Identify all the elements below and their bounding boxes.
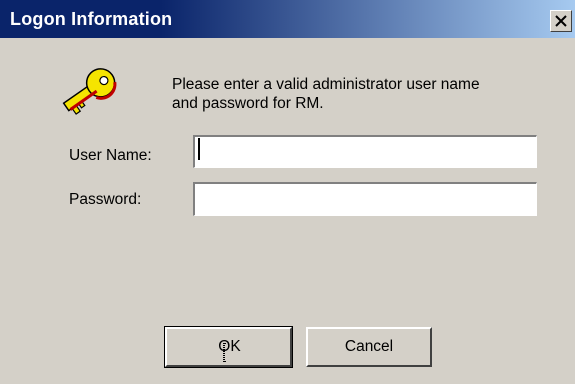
cancel-button[interactable]: Cancel [306, 327, 432, 367]
cancel-button-label: Cancel [344, 338, 394, 355]
close-icon [555, 15, 567, 27]
username-label: User Name: [69, 147, 152, 164]
username-input[interactable] [193, 135, 537, 168]
text-caret [198, 138, 200, 160]
instruction-message: Please enter a valid administrator user … [172, 76, 480, 112]
window-title: Logon Information [10, 9, 173, 29]
ok-button-label: OK [218, 338, 241, 355]
key-icon [62, 68, 117, 115]
logon-dialog: Logon Information Please enter a valid a… [0, 0, 575, 384]
password-input[interactable] [193, 182, 537, 216]
title-bar[interactable]: Logon Information [0, 0, 575, 38]
ok-button[interactable]: OK [164, 326, 293, 368]
password-label: Password: [69, 191, 142, 208]
close-button[interactable] [550, 10, 572, 32]
